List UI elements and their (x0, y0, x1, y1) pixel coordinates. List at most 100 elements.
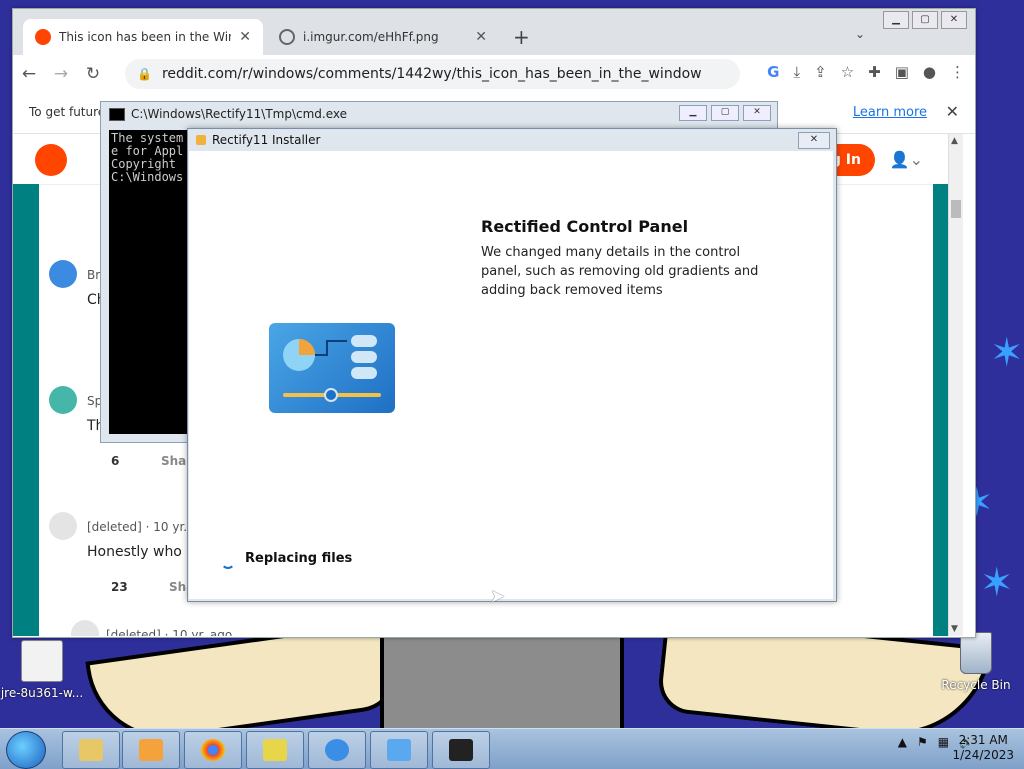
scroll-up-icon[interactable]: ▲ (951, 136, 958, 146)
tab-label: i.imgur.com/eHhFf.png (303, 30, 439, 44)
comment-author: [deleted] · 10 yr. ago (106, 628, 232, 636)
wallpaper-spark: ✶ (990, 330, 1024, 376)
wallpaper-shape (380, 636, 624, 736)
windows-icon (387, 739, 411, 761)
wallpaper-spark: ✶ (980, 560, 1014, 606)
avatar[interactable] (49, 512, 77, 540)
globe-icon (279, 29, 295, 45)
comment-author[interactable]: Br (87, 268, 100, 282)
taskbar-rectify11[interactable] (370, 731, 428, 769)
recycle-bin-icon (960, 632, 992, 674)
flag-icon[interactable]: ⚑ (917, 735, 928, 749)
java-installer-icon (21, 640, 63, 682)
page-side-border (13, 184, 39, 636)
forward-icon[interactable]: → (45, 64, 77, 84)
close-button[interactable]: ✕ (798, 132, 830, 149)
avatar[interactable] (71, 620, 99, 636)
comment-author-name[interactable]: [deleted] (106, 628, 161, 636)
comment-author: [deleted] · 10 yr. a (87, 520, 198, 534)
app-icon (263, 739, 287, 761)
taskbar-app[interactable] (246, 731, 304, 769)
minimize-button[interactable]: ▁ (679, 105, 707, 121)
cmd-icon (109, 107, 125, 121)
scroll-down-icon[interactable]: ▼ (951, 624, 958, 634)
page-scrollbar[interactable]: ▲ ▼ (948, 134, 963, 636)
clock-date: 1/24/2023 (952, 748, 1014, 762)
taskbar-media-player[interactable] (122, 731, 180, 769)
maximize-button[interactable]: ▢ (711, 105, 739, 121)
avatar[interactable] (49, 260, 77, 288)
show-hidden-icons-icon[interactable]: ▲ (898, 735, 907, 749)
reload-icon[interactable]: ↻ (77, 64, 109, 84)
control-panel-graphic (283, 335, 381, 402)
toolbar-actions: G ⤓ ⇪ ☆ ✚ ▣ ● ⋮ (767, 63, 965, 81)
taskbar-chrome[interactable] (184, 731, 242, 769)
installer-icon (196, 135, 206, 145)
start-button[interactable] (6, 731, 46, 769)
url-text: reddit.com/r/windows/comments/1442wy/thi… (161, 66, 702, 82)
desktop-icon-jre[interactable]: jre-8u361-w... (0, 640, 84, 700)
installer-title-bar: Rectify11 Installer (196, 133, 320, 147)
tab-label: This icon has been in the Window (59, 30, 231, 44)
browser-toolbar: ← → ↻ 🔒 reddit.com/r/windows/comments/14… (13, 55, 975, 94)
share-icon[interactable]: ⇪ (814, 63, 827, 81)
close-tab-icon[interactable]: ✕ (475, 29, 487, 45)
installer-window: Rectify11 Installer ✕ Rectified Control … (187, 128, 837, 602)
clock[interactable]: 2:31 AM 1/24/2023 (952, 733, 1014, 763)
desktop-icon-label: Recycle Bin (941, 678, 1011, 692)
reddit-logo-icon[interactable] (35, 144, 67, 176)
extensions-icon[interactable]: ✚ (868, 63, 881, 81)
info-bar-message: To get future (29, 105, 106, 119)
tab-imgur[interactable]: i.imgur.com/eHhFf.png ✕ (267, 19, 499, 55)
network-icon[interactable]: ▦ (938, 735, 949, 749)
media-player-icon (139, 739, 163, 761)
cmd-title: C:\Windows\Rectify11\Tmp\cmd.exe (131, 107, 348, 121)
internet-explorer-icon (325, 739, 349, 761)
scroll-thumb[interactable] (951, 200, 961, 218)
desktop-icon-recycle-bin[interactable]: Recycle Bin (934, 632, 1018, 692)
maximize-button[interactable]: ▢ (912, 11, 938, 29)
taskbar-ie[interactable] (308, 731, 366, 769)
new-tab-icon[interactable]: + (513, 25, 530, 49)
back-icon[interactable]: ← (13, 64, 45, 84)
profile-icon[interactable]: ● (923, 63, 936, 81)
close-icon[interactable]: ✕ (946, 102, 959, 121)
google-icon[interactable]: G (767, 63, 779, 81)
close-tab-icon[interactable]: ✕ (239, 29, 251, 45)
comment-time: · 10 yr. ago (164, 628, 233, 636)
taskbar: ▲ ⚑ ▦ 🔊 2:31 AM 1/24/2023 (0, 728, 1024, 769)
comment-author-name[interactable]: [deleted] (87, 520, 142, 534)
menu-dots-icon[interactable]: ⋮ (950, 63, 965, 81)
avatar[interactable] (49, 386, 77, 414)
taskbar-explorer[interactable] (62, 731, 120, 769)
user-menu-icon[interactable]: 👤⌄ (890, 150, 923, 169)
chrome-icon (201, 739, 225, 761)
vote-count: 23 (111, 580, 128, 594)
minimize-button[interactable]: ▁ (883, 11, 909, 29)
desktop-icon-label: jre-8u361-w... (0, 686, 84, 700)
chevron-down-icon[interactable]: ⌄ (855, 27, 865, 41)
learn-more-link[interactable]: Learn more (853, 105, 927, 120)
cmd-title-bar: C:\Windows\Rectify11\Tmp\cmd.exe (109, 107, 347, 121)
install-icon[interactable]: ⤓ (793, 63, 800, 81)
mouse-cursor-icon: ➤ (490, 586, 506, 607)
vote-count: 6 (111, 454, 120, 468)
close-button[interactable]: ✕ (743, 105, 771, 121)
window-controls: ▁ ▢ ✕ (883, 11, 967, 29)
address-bar[interactable]: 🔒 reddit.com/r/windows/comments/1442wy/t… (125, 59, 740, 89)
terminal-icon (449, 739, 473, 761)
lock-icon: 🔒 (137, 67, 152, 81)
tab-reddit[interactable]: This icon has been in the Window ✕ (23, 19, 263, 55)
status-text: Replacing files (245, 551, 353, 566)
folder-icon (79, 739, 103, 761)
comment-body: Honestly who c (87, 544, 195, 560)
close-button[interactable]: ✕ (941, 11, 967, 29)
taskbar-terminal[interactable] (432, 731, 490, 769)
clock-time: 2:31 AM (958, 733, 1008, 747)
tab-strip: This icon has been in the Window ✕ i.img… (13, 9, 975, 55)
installer-title: Rectify11 Installer (212, 133, 321, 147)
reddit-favicon-icon (35, 29, 51, 45)
control-panel-icon (269, 323, 395, 413)
side-panel-icon[interactable]: ▣ (895, 63, 909, 81)
bookmark-star-icon[interactable]: ☆ (841, 63, 854, 81)
